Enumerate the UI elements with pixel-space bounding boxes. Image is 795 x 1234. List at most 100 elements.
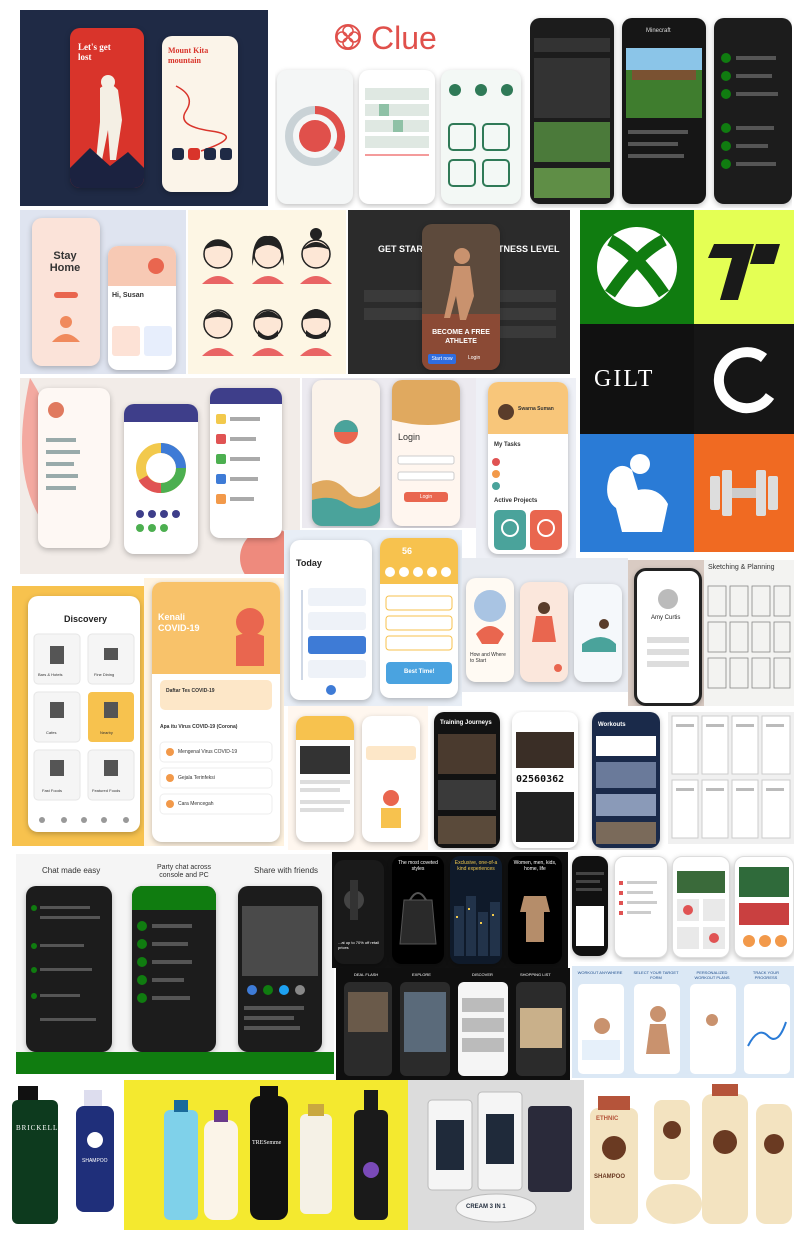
tile-wireframes [668, 712, 794, 844]
covid-question: Apa itu Virus COVID-19 (Corona) [160, 724, 238, 730]
lounging-illustration [582, 619, 616, 652]
discovery-item-4[interactable]: Nearby [100, 730, 113, 735]
screen-fashion-1: ...at up to 70% off retail prices [334, 860, 384, 964]
covid-card[interactable]: Daftar Tes COVID-19 [166, 688, 215, 694]
profile-avatar [647, 589, 689, 667]
covid-list-item-1[interactable]: Mengenal Virus COVID-19 [178, 749, 237, 755]
city-photo [454, 896, 500, 956]
tile-shampoo-lineup: TRESemme [124, 1080, 408, 1230]
chat-messages [31, 905, 100, 1021]
login-button[interactable]: Login [404, 492, 448, 502]
screen-minecraft: Minecraft [622, 18, 706, 204]
screen-today-schedule: Today [290, 540, 372, 700]
tile-ethnic-shampoo: ETHNIC SHAMPOO [584, 1080, 794, 1230]
gilt-wordmark: GILT [594, 366, 655, 392]
tile-stay-home: Stay Home Hi, Susan [20, 210, 186, 374]
sitting-woman-illustration [532, 602, 562, 672]
tile-sports-store [570, 852, 794, 962]
tile-clue-app: Clue [275, 12, 525, 208]
chat-green-band [16, 1052, 334, 1074]
login-link[interactable]: Login [468, 355, 480, 361]
screen-training-journeys: Training Journeys [434, 712, 500, 848]
tile-avatars [188, 210, 346, 374]
xbox-icon [597, 227, 677, 307]
app-icon-onefootball [694, 210, 794, 324]
screen-sports-1 [572, 856, 608, 956]
cycle-ring-chart [285, 105, 346, 166]
tile-athlete-app: GET STARTE TNESS LEVEL BECOME A FREE ATH… [348, 210, 570, 374]
tile-sketching: Sketching & Planning [704, 560, 794, 706]
discovery-item-1[interactable]: Bars & Hotels [38, 672, 62, 677]
screen-fashion-2: The most coveted styles [392, 856, 444, 964]
screen-walk-1: How and Where to Start [466, 578, 514, 682]
flexing-man-icon [607, 454, 668, 532]
news-cards [296, 716, 354, 812]
shampoo-bottles [164, 1086, 388, 1220]
discovery-item-3[interactable]: Cafes [46, 730, 56, 735]
cream-product: CREAM 3 IN 1 [466, 1204, 506, 1210]
screen-hi-susan: Hi, Susan [108, 246, 176, 370]
minecraft-art [626, 48, 702, 158]
ethnic-product: SHAMPOO [594, 1174, 626, 1180]
tile-fashion-app: ...at up to 70% off retail prices The mo… [332, 852, 568, 968]
schedule-timeline [301, 588, 366, 695]
minecraft-title: Minecraft [646, 28, 671, 34]
screen-my-tasks: Swarna Suman My Tasks Active Projects [488, 382, 568, 554]
start-now-button[interactable]: Start now [428, 354, 456, 364]
screen-sports-4 [734, 856, 794, 958]
athlete-promo: BECOME A FREE ATHLETE [432, 329, 490, 345]
covid-title: Kenali COVID-19 [158, 612, 200, 633]
screen-news-1 [296, 716, 354, 842]
screen-profile: Amy Curtis [634, 568, 702, 706]
calendar-grid [365, 88, 429, 156]
tile-walkthrough: How and Where to Start [462, 558, 628, 692]
training-photos [438, 734, 496, 844]
screen-search-list [210, 388, 282, 538]
app-icon-bodybuilder [580, 434, 694, 552]
share-sheet [242, 906, 318, 1030]
drawer-items [46, 402, 80, 490]
dumbbell-icon [710, 470, 778, 516]
tracking-icons [448, 84, 513, 187]
sports-menu [576, 872, 604, 946]
avatar-grid-icons [202, 228, 332, 356]
tile-news-app [288, 706, 428, 850]
tile-login-app: Login Login [302, 378, 476, 528]
discovery-item-6[interactable]: Featured Foods [92, 788, 120, 793]
tile-shopping-app: DEAL FLASH EXPLORE DISCOVER SHOPPING LIS… [336, 968, 570, 1080]
best-time-label: Best Time! [404, 669, 435, 675]
discovery-item-2[interactable]: Fine Dining [94, 672, 114, 677]
covid-list-item-2[interactable]: Gejala Terinfeksi [178, 775, 215, 781]
meditation-illustration [52, 292, 80, 342]
app-icon-gilt: GILT [580, 324, 694, 434]
fashion-footer: ...at up to 70% off retail prices [338, 940, 380, 950]
apparel-product [520, 896, 550, 942]
clue-screen-tracking [441, 70, 521, 204]
screen-menu-drawer [38, 388, 110, 548]
screen-sports-2 [614, 856, 668, 958]
screen-login: Login Login [392, 380, 460, 526]
tile-cream-products: CREAM 3 IN 1 [408, 1080, 584, 1230]
tile-discovery-app: Discovery Bars & Hotels Fine Dining Cafe… [12, 586, 144, 846]
clue-screen-calendar [359, 70, 435, 204]
ring-logo-icon [713, 347, 775, 414]
workout-screens [578, 984, 790, 1074]
tile-tasks-app: Swarna Suman My Tasks Active Projects [476, 378, 576, 558]
task-user-name: Swarna Suman [518, 406, 554, 412]
discovery-item-5[interactable]: Fast Foods [42, 788, 62, 793]
my-tasks-heading: My Tasks [494, 442, 521, 448]
brickell-product: SHAMPOO [82, 1158, 108, 1164]
active-projects-heading: Active Projects [494, 498, 538, 504]
brickell-brand: BRICKELL [16, 1124, 59, 1132]
feed-items [534, 38, 610, 198]
wireframe-screens [671, 715, 791, 839]
screen-athlete-promo: BECOME A FREE ATHLETE Start now Login [422, 224, 500, 370]
chat-screen-title-3: Share with friends [254, 866, 319, 875]
tresemme-brand: TRESemme [252, 1140, 282, 1146]
shopping-screens [344, 982, 566, 1076]
screen-activity-feed [530, 18, 614, 204]
screen-discovery: Discovery Bars & Hotels Fine Dining Cafe… [28, 596, 140, 832]
screen-fashion-4: Women, men, kids, home, life [508, 856, 562, 964]
splash-logo-icon [312, 420, 380, 526]
covid-list-item-3[interactable]: Cara Mencegah [178, 801, 214, 807]
